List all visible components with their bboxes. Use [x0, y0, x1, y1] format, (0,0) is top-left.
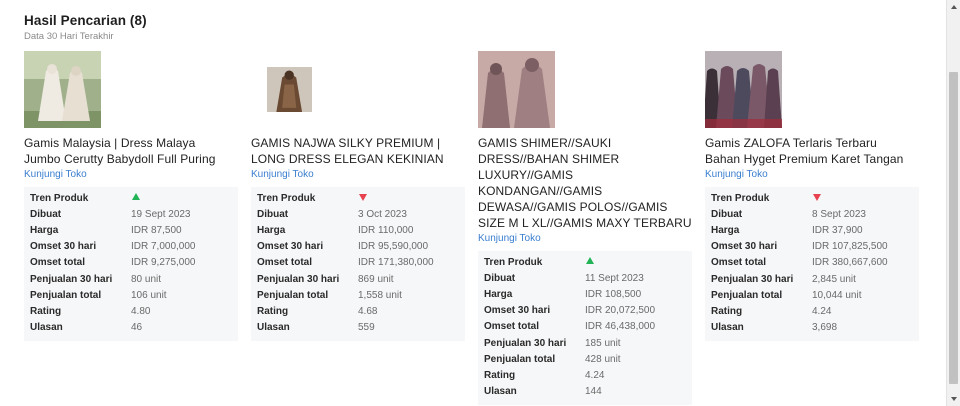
product-name[interactable]: Gamis ZALOFA Terlaris Terbaru Bahan Hyge…	[705, 135, 919, 167]
scroll-up-icon[interactable]	[947, 0, 960, 14]
stat-row-created: Dibuat 3 Oct 2023	[257, 208, 407, 220]
stat-row-trend: Tren Produk	[30, 190, 232, 206]
visit-store-link[interactable]: Kunjungi Toko	[705, 169, 919, 180]
stat-row-sales-30: Penjualan 30 hari 80 unit	[30, 273, 162, 285]
product-card: GAMIS SHIMER//SAUKI DRESS//BAHAN SHIMER …	[478, 51, 692, 405]
results-header: Hasil Pencarian (8) Data 30 Hari Terakhi…	[24, 13, 147, 42]
stat-row-sales-30: Penjualan 30 hari 2,845 unit	[711, 273, 856, 285]
visit-store-link[interactable]: Kunjungi Toko	[478, 233, 692, 244]
scrollbar-thumb[interactable]	[949, 72, 958, 384]
stat-row-price: Harga IDR 87,500	[30, 224, 182, 236]
stat-row-reviews: Ulasan 46	[30, 322, 143, 334]
stat-row-created: Dibuat 8 Sept 2023	[711, 208, 866, 220]
stat-row-sales-total: Penjualan total 10,044 unit	[711, 289, 862, 301]
product-stats-table: Tren Produk Dibuat 11 Sept 2023 Harga IDR …	[478, 251, 692, 405]
triangle-up-icon	[132, 192, 140, 200]
stat-row-price: Harga IDR 108,500	[484, 288, 642, 300]
stat-row-revenue-30: Omset 30 hari IDR 107,825,500	[711, 241, 888, 253]
product-stats-table: Tren Produk Dibuat 19 Sept 2023 Harga IDR …	[24, 187, 238, 341]
stat-row-sales-30: Penjualan 30 hari 185 unit	[484, 337, 621, 349]
results-page: Hasil Pencarian (8) Data 30 Hari Terakhi…	[0, 0, 946, 406]
product-thumbnail[interactable]	[478, 51, 555, 128]
page-title: Hasil Pencarian (8)	[24, 13, 147, 28]
stat-row-rating: Rating 4.24	[711, 305, 832, 317]
stat-row-revenue-30: Omset 30 hari IDR 20,072,500	[484, 305, 656, 317]
stat-row-reviews: Ulasan 144	[484, 386, 602, 398]
stat-row-price: Harga IDR 110,000	[257, 224, 414, 236]
stat-row-sales-30: Penjualan 30 hari 869 unit	[257, 273, 394, 285]
stat-row-revenue-total: Omset total IDR 9,275,000	[30, 257, 196, 269]
page-subtitle: Data 30 Hari Terakhir	[24, 31, 114, 42]
scroll-down-icon[interactable]	[947, 392, 960, 406]
triangle-down-icon	[813, 193, 821, 201]
triangle-down-icon	[359, 193, 367, 201]
stat-row-trend: Tren Produk	[484, 254, 686, 270]
stat-row-trend: Tren Produk	[257, 190, 459, 206]
stat-row-sales-total: Penjualan total 1,558 unit	[257, 289, 402, 301]
visit-store-link[interactable]: Kunjungi Toko	[24, 169, 238, 180]
product-name[interactable]: GAMIS NAJWA SILKY PREMIUM | LONG DRESS E…	[251, 135, 465, 167]
vertical-scrollbar[interactable]	[946, 0, 960, 406]
product-name[interactable]: Gamis Malaysia | Dress Malaya Jumbo Ceru…	[24, 135, 238, 167]
stat-row-revenue-total: Omset total IDR 46,438,000	[484, 321, 656, 333]
product-stats-table: Tren Produk Dibuat 8 Sept 2023 Harga IDR 3…	[705, 187, 919, 341]
triangle-up-icon	[586, 256, 594, 264]
product-name[interactable]: GAMIS SHIMER//SAUKI DRESS//BAHAN SHIMER …	[478, 135, 692, 231]
stat-row-reviews: Ulasan 3,698	[711, 322, 838, 334]
product-thumbnail[interactable]	[705, 51, 782, 128]
stat-row-reviews: Ulasan 559	[257, 322, 375, 334]
product-stats-table: Tren Produk Dibuat 3 Oct 2023 Harga IDR 11…	[251, 187, 465, 341]
stat-row-revenue-total: Omset total IDR 171,380,000	[257, 257, 434, 269]
stat-row-rating: Rating 4.24	[484, 369, 605, 381]
product-card: GAMIS NAJWA SILKY PREMIUM | LONG DRESS E…	[251, 51, 465, 341]
visit-store-link[interactable]: Kunjungi Toko	[251, 169, 465, 180]
stat-row-rating: Rating 4.80	[30, 305, 151, 317]
stat-row-sales-total: Penjualan total 428 unit	[484, 353, 621, 365]
stat-row-created: Dibuat 19 Sept 2023	[30, 208, 191, 220]
stat-row-revenue-30: Omset 30 hari IDR 95,590,000	[257, 241, 429, 253]
product-thumbnail[interactable]	[24, 51, 101, 128]
stat-row-rating: Rating 4.68	[257, 305, 378, 317]
stat-row-revenue-30: Omset 30 hari IDR 7,000,000	[30, 241, 196, 253]
stat-row-created: Dibuat 11 Sept 2023	[484, 272, 644, 284]
product-card: Gamis Malaysia | Dress Malaya Jumbo Ceru…	[24, 51, 238, 341]
product-thumbnail[interactable]	[267, 51, 312, 128]
stat-row-price: Harga IDR 37,900	[711, 224, 863, 236]
product-card: Gamis ZALOFA Terlaris Terbaru Bahan Hyge…	[705, 51, 919, 341]
stat-row-revenue-total: Omset total IDR 380,667,600	[711, 257, 888, 269]
stat-row-trend: Tren Produk	[711, 190, 913, 206]
stat-row-sales-total: Penjualan total 106 unit	[30, 289, 167, 301]
